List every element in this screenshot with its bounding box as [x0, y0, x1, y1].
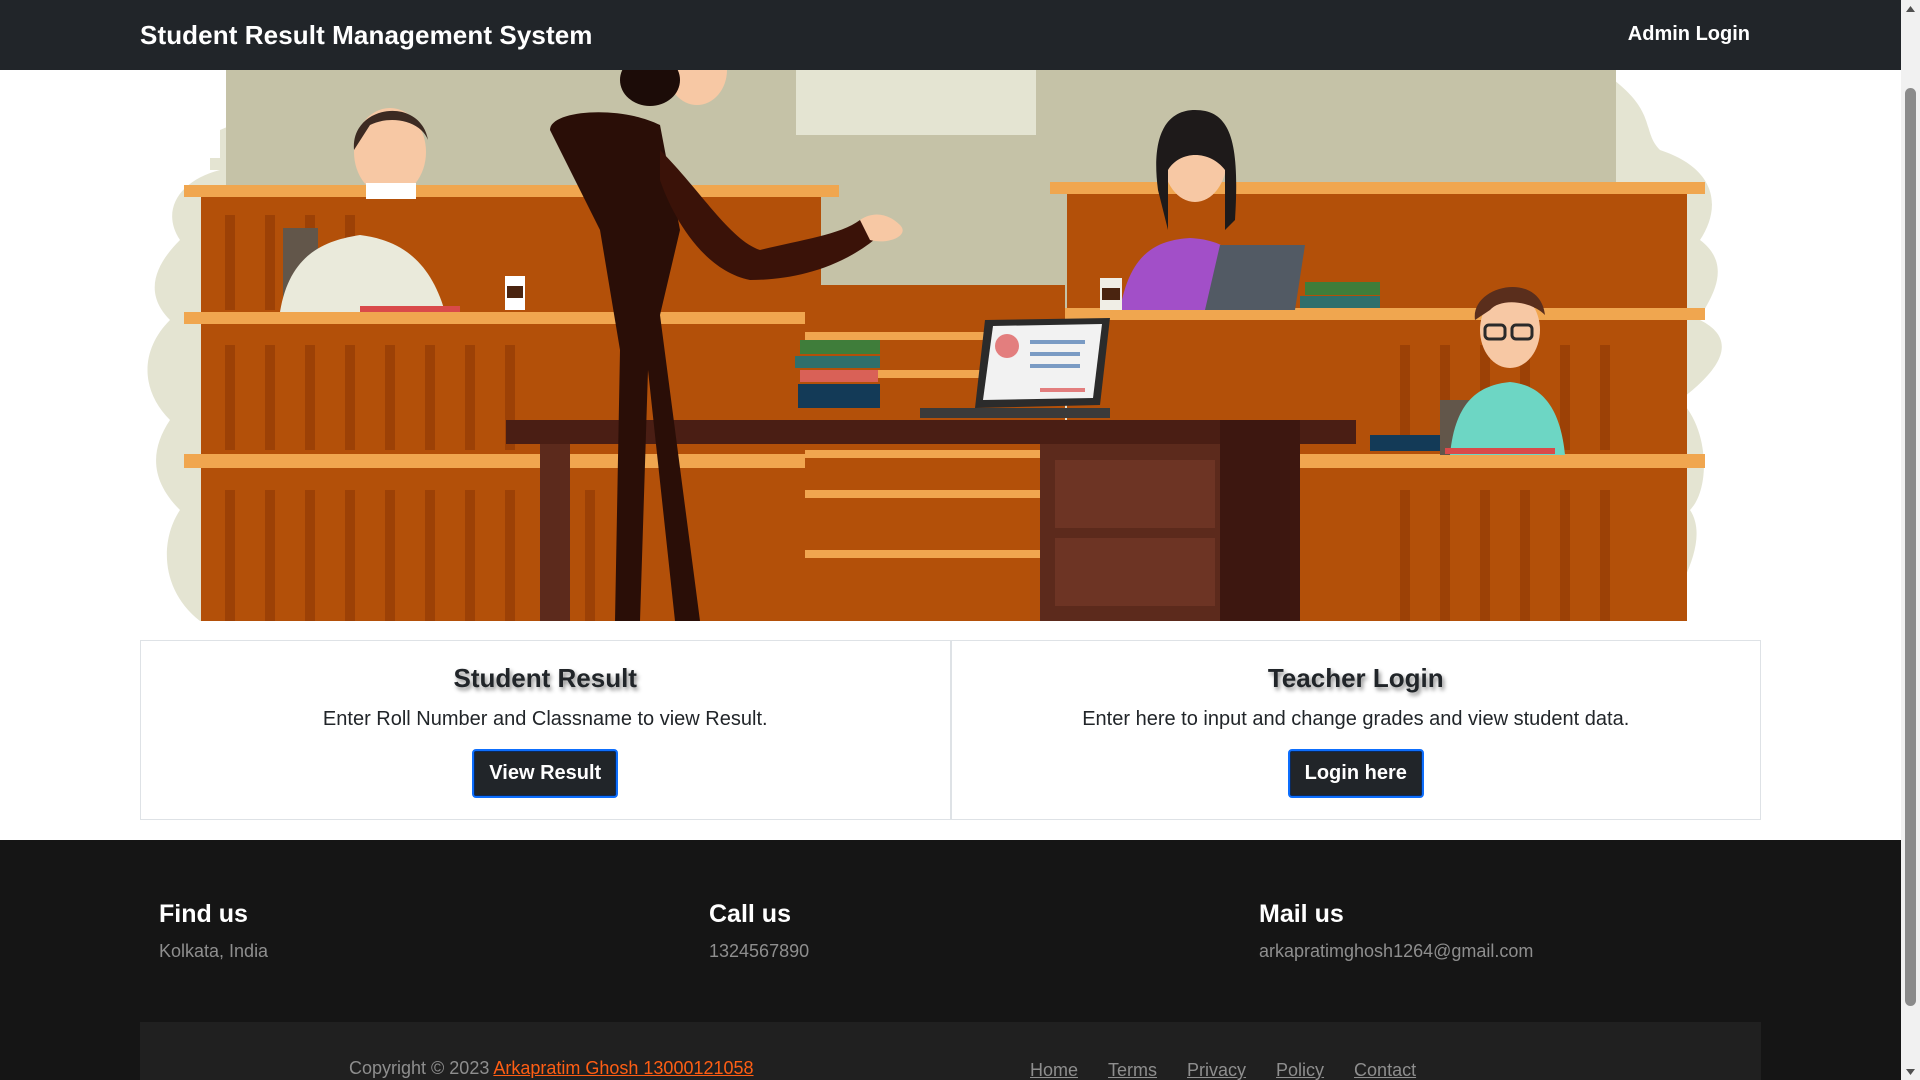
student-result-title: Student Result [453, 663, 637, 693]
student-result-text: Enter Roll Number and Classname to view … [322, 708, 768, 731]
find-us-text: Kolkata, India [159, 941, 269, 961]
scrollbar-thumb[interactable] [1905, 88, 1916, 1006]
page: Student Result Management System Admin L… [0, 0, 1901, 1080]
teacher-login-card: Teacher Login Enter here to input and ch… [950, 640, 1761, 820]
footer-call-us: Call us 1324567890 [709, 900, 809, 962]
footer-menu: Home Terms Privacy Policy Contact [1030, 1060, 1416, 1080]
view-result-button[interactable]: View Result [472, 749, 619, 799]
scroll-up-arrow-icon[interactable] [1901, 0, 1920, 17]
brand-link[interactable]: Student Result Management System [140, 20, 593, 51]
footer-menu-home[interactable]: Home [1030, 1060, 1078, 1080]
footer-find-us: Find us Kolkata, India [159, 900, 268, 962]
student-result-card: Student Result Enter Roll Number and Cla… [140, 640, 951, 820]
navbar: Student Result Management System Admin L… [0, 0, 1901, 70]
copyright-prefix: Copyright © 2023 [349, 1058, 494, 1078]
footer-menu-privacy[interactable]: Privacy [1187, 1060, 1246, 1080]
scroll-down-arrow-icon[interactable] [1901, 1063, 1920, 1080]
footer: Find us Kolkata, India Call us 132456789… [0, 840, 1901, 1080]
login-here-button[interactable]: Login here [1287, 749, 1424, 799]
mail-us-title: Mail us [1259, 900, 1344, 928]
call-us-text: 1324567890 [709, 941, 810, 961]
copyright-text: Copyright © 2023 Arkapratim Ghosh 130001… [349, 1058, 754, 1079]
teacher-login-title: Teacher Login [1267, 663, 1444, 693]
footer-menu-contact[interactable]: Contact [1354, 1060, 1416, 1080]
find-us-title: Find us [159, 900, 248, 928]
mail-us-text: arkapratimghosh1264@gmail.com [1259, 941, 1534, 961]
classroom-illustration [100, 70, 1800, 621]
vertical-scrollbar[interactable] [1901, 0, 1920, 1080]
cards-row: Student Result Enter Roll Number and Cla… [140, 640, 1761, 820]
call-us-title: Call us [709, 900, 791, 928]
copyright-bar: Copyright © 2023 Arkapratim Ghosh 130001… [140, 1022, 1761, 1080]
author-link[interactable]: Arkapratim Ghosh 13000121058 [493, 1058, 753, 1078]
footer-menu-terms[interactable]: Terms [1108, 1060, 1157, 1080]
footer-menu-policy[interactable]: Policy [1276, 1060, 1324, 1080]
footer-mail-us: Mail us arkapratimghosh1264@gmail.com [1259, 900, 1533, 962]
admin-login-link[interactable]: Admin Login [1628, 23, 1750, 46]
teacher-login-text: Enter here to input and change grades an… [1082, 708, 1630, 731]
